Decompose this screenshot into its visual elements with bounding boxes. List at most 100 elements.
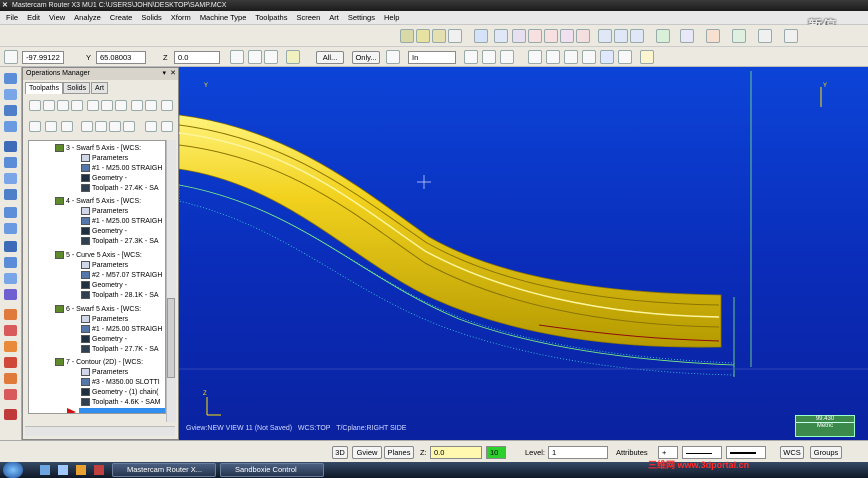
toolbar-icon-6[interactable] [4,157,17,168]
y-coordinate-field[interactable]: 65.08003 [96,51,146,64]
tree-node-params[interactable]: Parameters [81,207,128,216]
coordinate-x-icon[interactable] [4,50,18,64]
tree-node-tool[interactable]: #3 - M350.00 SLOTTI [81,378,160,387]
top-view-icon[interactable] [598,29,612,43]
vertical-scrollbar[interactable] [166,140,176,422]
tree-node-toolpath[interactable]: Toolpath - 28.1K - SA [81,291,159,300]
hidden-line-icon[interactable] [432,29,446,43]
tree-node-toolpath[interactable]: Toolpath - 27.3K - SA [81,237,159,246]
menu-art[interactable]: Art [329,13,339,22]
toolbar-icon-20[interactable] [4,389,17,400]
pan-icon[interactable] [474,29,488,43]
z-depth-field[interactable]: 0.0 [430,446,482,459]
shade-icon[interactable] [400,29,414,43]
selection-mode-select[interactable]: In [408,51,456,64]
partial-chain-icon[interactable] [618,50,632,64]
move-up-icon[interactable] [95,121,107,132]
toolbar-icon-10[interactable] [4,223,17,234]
toolbar-icon-9[interactable] [4,207,17,218]
toolbar-icon-7[interactable] [4,173,17,184]
fillet-icon[interactable] [758,29,772,43]
regenerate-dirty-icon[interactable] [71,100,83,111]
toolbar-icon-8[interactable] [4,189,17,200]
quicklaunch-icon-4[interactable] [94,465,104,475]
shaded-icon[interactable] [448,29,462,43]
menu-create[interactable]: Create [110,13,133,22]
tree-node-tool[interactable]: #1 - M25.00 STRAIGH [81,325,162,334]
select-all-ops-icon[interactable] [29,100,41,111]
selection-filter-icon[interactable] [482,50,496,64]
tree-node-geometry[interactable]: Geometry - [81,227,127,236]
insert-arrow-marker-icon[interactable] [67,408,76,413]
regenerate-icon[interactable] [57,100,69,111]
single-group-icon[interactable] [161,121,173,132]
create-line-icon[interactable] [680,29,694,43]
tree-node-tool[interactable]: #2 - M57.07 STRAIGH [81,271,162,280]
tree-node-params[interactable]: Parameters [81,261,128,270]
menu-edit[interactable]: Edit [27,13,40,22]
toolbar-icon-13[interactable] [4,273,17,284]
toolbar-icon-2[interactable] [4,89,17,100]
point-type-icon[interactable] [248,50,262,64]
tree-node-op6[interactable]: 6 - Swarf 5 Axis - [WCS: [55,305,141,314]
wireframe-icon[interactable] [416,29,430,43]
select-dirty-icon[interactable] [43,100,55,111]
tab-toolpaths[interactable]: Toolpaths [25,82,63,94]
insert-arrow-icon[interactable] [109,121,121,132]
gview-button[interactable]: Gview [352,446,382,459]
menu-analyze[interactable]: Analyze [74,13,101,22]
menu-solids[interactable]: Solids [141,13,161,22]
close-icon[interactable]: ✕ [170,68,176,80]
quicklaunch-icon-1[interactable] [40,465,50,475]
z-coordinate-field[interactable]: 0.0 [174,51,220,64]
insert-position-bar[interactable] [79,408,165,413]
trim-icon[interactable] [784,29,798,43]
tree-node-toolpath[interactable]: Toolpath - 27.4K - SA [81,184,159,193]
toggle-display-icon[interactable] [45,121,57,132]
menu-screen[interactable]: Screen [296,13,320,22]
verify-selection-icon[interactable] [464,50,478,64]
quicklaunch-icon-2[interactable] [58,465,68,475]
chain-icon[interactable] [528,50,542,64]
menu-toolpaths[interactable]: Toolpaths [255,13,287,22]
tree-node-geometry[interactable]: Geometry - [81,174,127,183]
toolbar-icon-21[interactable] [4,409,17,420]
planes-button[interactable]: Planes [384,446,414,459]
area-select-icon[interactable] [600,50,614,64]
wcs-button[interactable]: WCS [780,446,804,459]
zoom-target-icon[interactable] [560,29,574,43]
delete-ops-icon[interactable] [145,100,157,111]
tree-node-geometry[interactable]: Geometry - [81,335,127,344]
menu-file[interactable]: File [6,13,18,22]
toolbar-icon-17[interactable] [4,341,17,352]
toolbar-icon-12[interactable] [4,257,17,268]
toolbar-icon-19[interactable] [4,373,17,384]
select-only-button[interactable]: Only... [352,51,380,64]
toolbar-icon-15[interactable] [4,309,17,320]
move-down-icon[interactable] [81,121,93,132]
menu-xform[interactable]: Xform [171,13,191,22]
tree-node-tool[interactable]: #1 - M25.00 STRAIGH [81,217,162,226]
quicklaunch-icon-3[interactable] [76,465,86,475]
toggle-posting-icon[interactable] [61,121,73,132]
post-icon[interactable] [115,100,127,111]
tree-node-params[interactable]: Parameters [81,154,128,163]
x-coordinate-field[interactable]: -97.99122 [22,51,64,64]
tree-node-geometry[interactable]: Geometry - [81,281,127,290]
fast-point-icon[interactable] [230,50,244,64]
select-icon[interactable] [386,50,400,64]
tree-node-op7[interactable]: 7 - Contour (2D) - [WCS: [55,358,143,367]
backplot-icon[interactable] [87,100,99,111]
toolbar-icon-18[interactable] [4,357,17,368]
taskbar-sandboxie[interactable]: Sandboxie Control [220,463,324,477]
toolbar-icon-14[interactable] [4,289,17,300]
solid-select-icon[interactable] [500,50,514,64]
tree-node-toolpath[interactable]: Toolpath - 27.7K - SA [81,345,159,354]
create-point-icon[interactable] [656,29,670,43]
single-display-icon[interactable] [145,121,157,132]
create-rectangle-icon[interactable] [732,29,746,43]
horizontal-scrollbar[interactable] [25,426,175,436]
polygon-select-icon[interactable] [564,50,578,64]
menu-view[interactable]: View [49,13,65,22]
front-view-icon[interactable] [614,29,628,43]
